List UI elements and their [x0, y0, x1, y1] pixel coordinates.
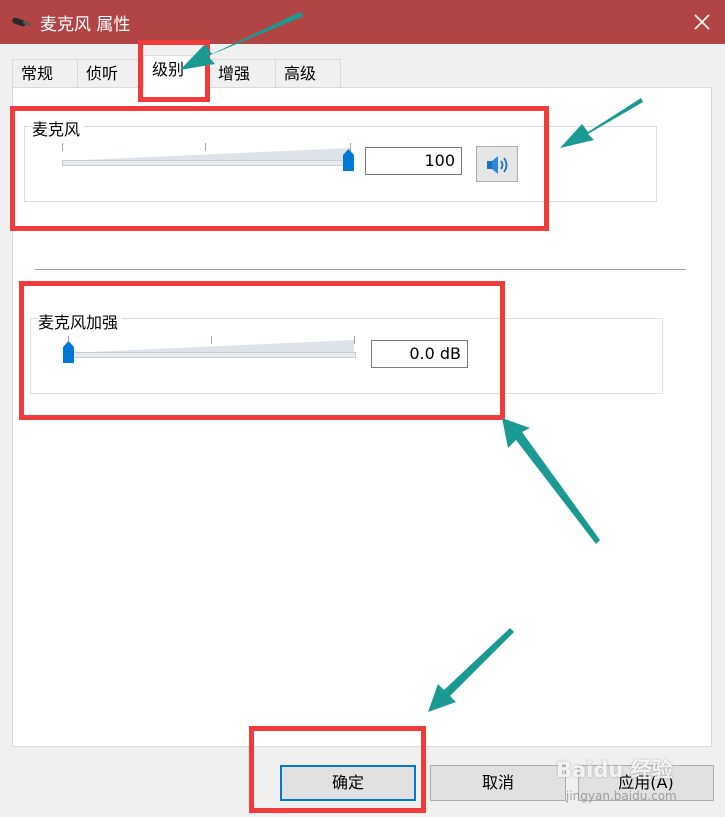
microphone-icon: [11, 13, 33, 31]
microphone-label: 麦克风: [32, 116, 85, 140]
microphone-slider-tick: [62, 143, 63, 151]
microphone-slider[interactable]: [62, 160, 352, 166]
boost-slider-thumb[interactable]: [63, 341, 74, 363]
tab-listen[interactable]: 侦听: [77, 59, 141, 87]
title-bar[interactable]: 麦克风 属性: [0, 0, 725, 44]
microphone-slider-thumb[interactable]: [343, 149, 354, 171]
microphone-slider-tick: [205, 143, 206, 151]
microphone-level-input[interactable]: 100: [365, 147, 462, 175]
close-button[interactable]: [679, 0, 725, 44]
ok-button[interactable]: 确定: [280, 765, 416, 801]
cancel-button[interactable]: 取消: [430, 765, 566, 801]
tab-general[interactable]: 常规: [12, 59, 78, 87]
apply-button[interactable]: 应用(A): [578, 765, 714, 801]
tab-levels[interactable]: 级别: [143, 55, 209, 88]
boost-slider-tick: [211, 336, 212, 344]
boost-slider-tick: [354, 336, 355, 344]
mute-button[interactable]: [476, 146, 518, 182]
window-title: 麦克风 属性: [40, 15, 131, 35]
boost-label: 麦克风加强: [38, 309, 123, 333]
separator: [35, 269, 686, 270]
boost-slider[interactable]: [66, 352, 356, 358]
boost-level-input[interactable]: 0.0 dB: [371, 340, 468, 368]
tab-enhancements[interactable]: 增强: [209, 59, 276, 87]
tab-advanced[interactable]: 高级: [275, 59, 341, 87]
